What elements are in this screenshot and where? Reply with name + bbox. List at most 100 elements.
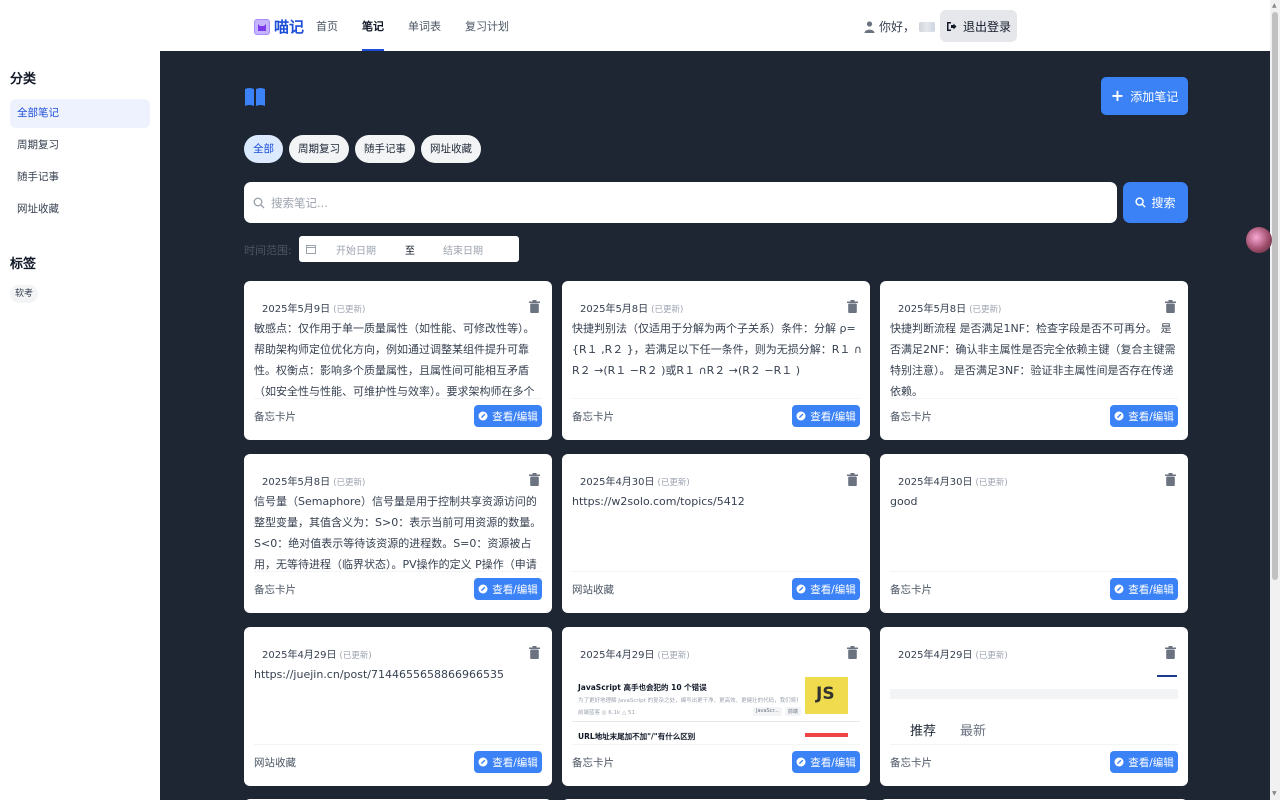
card-type: 备忘卡片: [890, 584, 932, 596]
preview-article-title: JavaScript 高手也会犯的 10 个错误: [578, 683, 707, 692]
edit-icon: [796, 584, 806, 594]
view-edit-button[interactable]: 查看/编辑: [792, 578, 860, 600]
card-content: 快捷判别法（仅适用于分解为两个子关系）条件：分解 ρ={R１ ,R２ }，若满足…: [572, 322, 862, 377]
card-type: 备忘卡片: [572, 411, 614, 423]
edit-icon: [1114, 757, 1124, 767]
trash-icon[interactable]: [847, 646, 858, 659]
note-card[interactable]: 2025年5月8日 (已更新) 信号量（Semaphore）信号量是用于控制共享资…: [244, 454, 552, 613]
card-content: 快捷判断流程 是否满足1NF：检查字段是否不可再分。 是否满足2NF：确认非主属…: [890, 322, 1176, 398]
end-date-input[interactable]: 结束日期: [443, 242, 483, 257]
notes-main: + 添加笔记 全部 周期复习 随手记事 网址收藏 搜索 时间范围: 开始日期 至…: [160, 51, 1270, 800]
card-date: 2025年4月30日 (已更新): [898, 477, 1008, 488]
sidebar-item-memo[interactable]: 随手记事: [10, 163, 150, 192]
edit-icon: [1114, 411, 1124, 421]
sidebar-item-all-notes[interactable]: 全部笔记: [10, 99, 150, 128]
card-image-preview: 推荐 最新: [890, 672, 1178, 744]
main-nav: 首页 笔记 单词表 复习计划: [316, 0, 533, 51]
nav-home[interactable]: 首页: [316, 0, 338, 51]
filter-memo[interactable]: 随手记事: [355, 135, 415, 163]
card-content: 敏感点：仅作用于单一质量属性（如性能、可修改性等）。帮助架构师定位优化方向，例如…: [254, 322, 535, 398]
search-button[interactable]: 搜索: [1123, 182, 1188, 223]
view-edit-button[interactable]: 查看/编辑: [474, 405, 542, 427]
view-edit-button[interactable]: 查看/编辑: [1110, 578, 1178, 600]
card-content: 信号量（Semaphore）信号量是用于控制共享资源访问的整型变量，其值含义为：…: [254, 495, 542, 571]
trash-icon[interactable]: [529, 473, 540, 486]
preview-article-meta: 前端蓝客 ◎ 6.1k △ 51: [578, 710, 635, 716]
scroll-up-arrow-icon[interactable]: ▲: [1272, 2, 1277, 9]
preview-accent-line: [1157, 675, 1177, 677]
filter-all[interactable]: 全部: [244, 135, 283, 163]
card-date: 2025年4月29日 (已更新): [898, 650, 1008, 661]
sidebar-item-bookmarks[interactable]: 网址收藏: [10, 195, 150, 224]
card-date: 2025年5月8日 (已更新): [262, 477, 366, 488]
view-edit-button[interactable]: 查看/编辑: [1110, 405, 1178, 427]
card-divider: [572, 744, 860, 745]
sidebar: 分类 全部笔记 周期复习 随手记事 网址收藏 标签 软考: [0, 51, 160, 800]
search-box: [244, 182, 1117, 223]
date-range-picker[interactable]: 开始日期 至 结束日期: [299, 236, 519, 262]
note-card[interactable]: 2025年4月29日 (已更新) https://juejin.cn/post/7…: [244, 627, 552, 786]
view-edit-button[interactable]: 查看/编辑: [792, 751, 860, 773]
cat-logo-icon: [254, 18, 270, 35]
open-book-icon: [245, 88, 265, 106]
trash-icon[interactable]: [1165, 646, 1176, 659]
tag-chip[interactable]: 软考: [10, 285, 39, 303]
view-edit-button[interactable]: 查看/编辑: [792, 405, 860, 427]
floating-assistant-avatar[interactable]: [1246, 227, 1272, 253]
search-button-label: 搜索: [1151, 196, 1176, 210]
trash-icon[interactable]: [529, 646, 540, 659]
trash-icon[interactable]: [1165, 473, 1176, 486]
preview-tab-latest: 最新: [960, 724, 987, 739]
card-type: 备忘卡片: [572, 757, 614, 769]
note-card[interactable]: 2025年4月29日 (已更新) JavaScript 高手也会犯的 10 个错误…: [562, 627, 870, 786]
filter-bookmarks[interactable]: 网址收藏: [421, 135, 481, 163]
nav-notes[interactable]: 笔记: [362, 0, 384, 51]
red-thumbnail: [805, 733, 848, 744]
add-note-button[interactable]: + 添加笔记: [1101, 77, 1188, 115]
card-divider: [890, 744, 1178, 745]
greeting-text: 你好，: [879, 20, 916, 34]
scroll-down-arrow-icon[interactable]: ▼: [1272, 790, 1277, 797]
sidebar-item-periodic-review[interactable]: 周期复习: [10, 131, 150, 160]
page-scrollbar[interactable]: ▲ ▼: [1270, 0, 1280, 800]
brand-name: 喵记: [274, 18, 305, 36]
note-card[interactable]: 2025年4月30日 (已更新) https://w2solo.com/topic…: [562, 454, 870, 613]
user-icon: [864, 20, 875, 33]
note-card[interactable]: 2025年5月8日 (已更新) 快捷判断流程 是否满足1NF：检查字段是否不可再分…: [880, 281, 1188, 440]
trash-icon[interactable]: [529, 300, 540, 313]
date-separator: 至: [405, 245, 415, 257]
card-date: 2025年4月30日 (已更新): [580, 477, 690, 488]
search-input[interactable]: [271, 195, 1091, 210]
filter-chips: 全部 周期复习 随手记事 网址收藏: [244, 135, 481, 163]
edit-icon: [796, 411, 806, 421]
edit-icon: [478, 757, 488, 767]
scroll-thumb[interactable]: [1272, 12, 1278, 580]
view-edit-button[interactable]: 查看/编辑: [474, 751, 542, 773]
view-edit-button[interactable]: 查看/编辑: [474, 578, 542, 600]
logout-button[interactable]: 退出登录: [940, 10, 1017, 42]
trash-icon[interactable]: [1165, 300, 1176, 313]
view-edit-button[interactable]: 查看/编辑: [1110, 751, 1178, 773]
note-card[interactable]: 2025年4月29日 (已更新) 推荐 最新 备忘卡片 查看/编辑: [880, 627, 1188, 786]
filter-periodic-review[interactable]: 周期复习: [289, 135, 349, 163]
preview-article-title-2: URL地址末尾加不加"/"有什么区别: [578, 732, 696, 741]
nav-wordlist[interactable]: 单词表: [408, 0, 441, 51]
start-date-input[interactable]: 开始日期: [336, 242, 376, 257]
card-type: 网站收藏: [572, 584, 614, 596]
card-date: 2025年5月8日 (已更新): [898, 304, 1002, 315]
card-divider: [254, 398, 542, 399]
brand-logo[interactable]: 喵记: [254, 16, 304, 37]
card-link: https://juejin.cn/post/71446556588669665…: [254, 668, 504, 681]
note-card[interactable]: 2025年5月8日 (已更新) 快捷判别法（仅适用于分解为两个子关系）条件：分解 …: [562, 281, 870, 440]
trash-icon[interactable]: [847, 300, 858, 313]
nav-review-plan[interactable]: 复习计划: [465, 0, 509, 51]
card-divider: [572, 571, 860, 572]
card-type: 备忘卡片: [890, 757, 932, 769]
note-card[interactable]: 2025年4月30日 (已更新) good 备忘卡片 查看/编辑: [880, 454, 1188, 613]
user-greeting: 你好，: [864, 18, 936, 35]
note-card[interactable]: 2025年5月9日 (已更新) 敏感点：仅作用于单一质量属性（如性能、可修改性等）…: [244, 281, 552, 440]
trash-icon[interactable]: [847, 473, 858, 486]
search-icon: [253, 197, 265, 208]
edit-icon: [1114, 584, 1124, 594]
edit-icon: [478, 411, 488, 421]
